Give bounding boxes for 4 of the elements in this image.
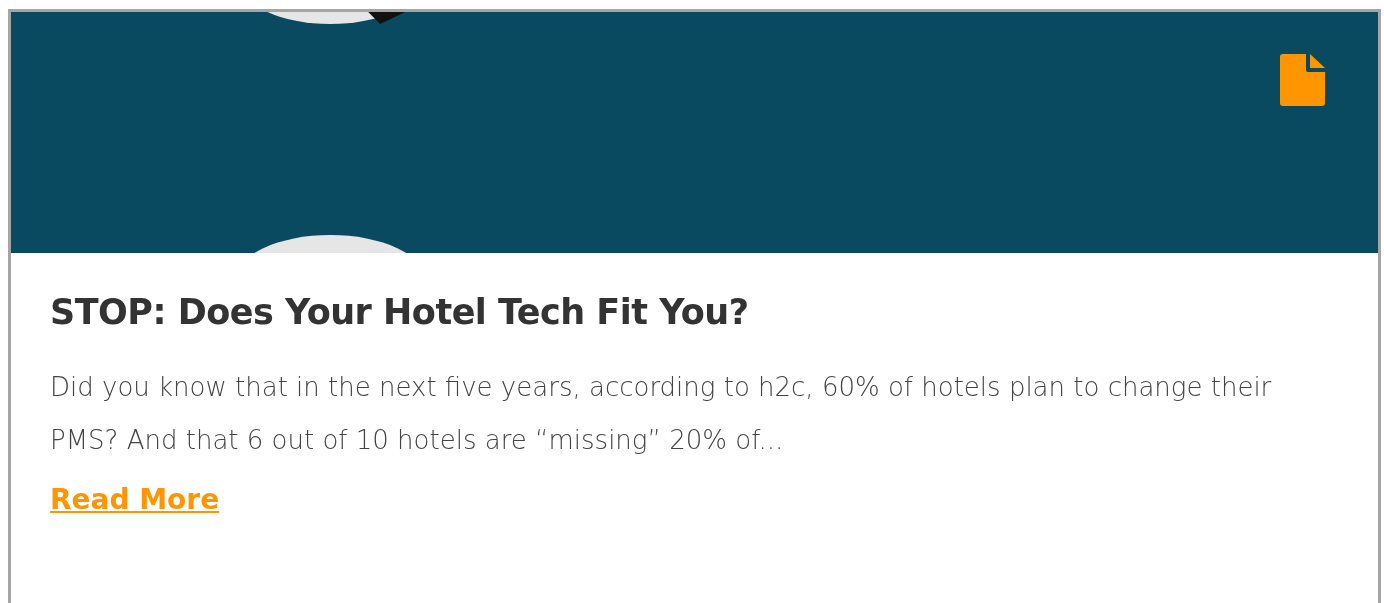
post-excerpt: Did you know that in the next five years, according to h2c, 60% of hotels plan to change their PMS? And that 6 out of 10 hotels are “missing” 20% of... [50, 371, 1273, 457]
document-icon [1280, 54, 1325, 106]
post-title: STOP: Does Your Hotel Tech Fit You? [50, 291, 750, 333]
read-more-link[interactable]: Read More [50, 483, 220, 516]
